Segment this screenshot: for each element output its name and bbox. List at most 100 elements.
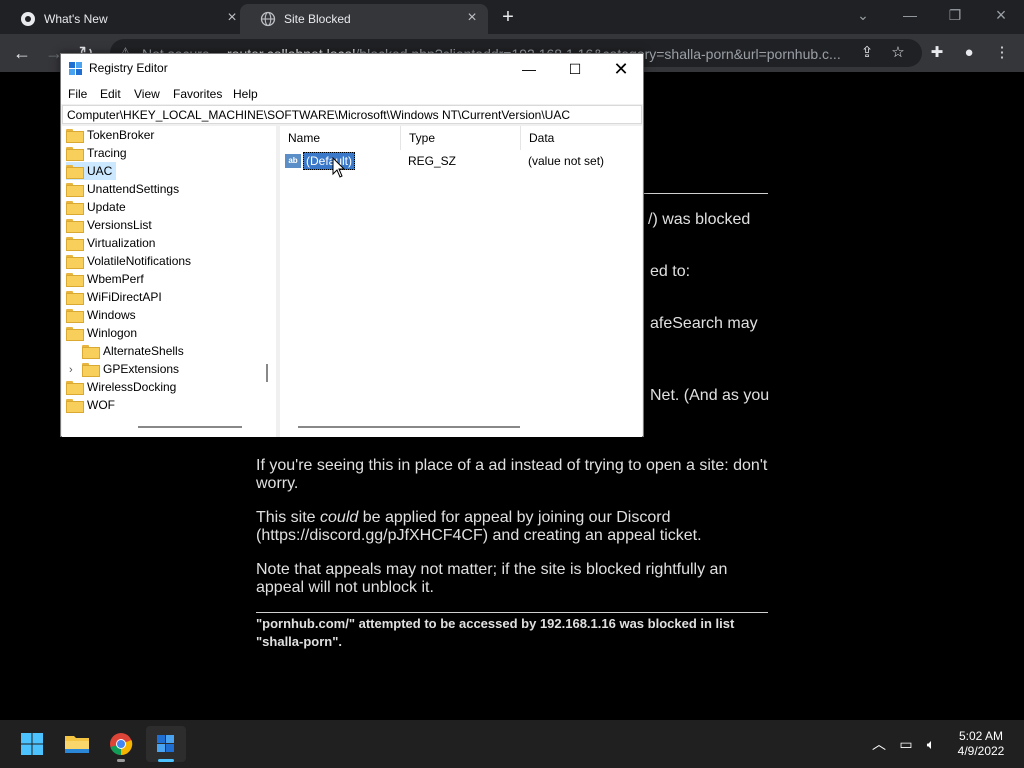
folder-icon: [66, 237, 84, 251]
tree-item[interactable]: VolatileNotifications: [66, 252, 191, 270]
back-button[interactable]: ←: [11, 42, 33, 64]
start-button[interactable]: [12, 726, 52, 762]
folder-icon: [66, 147, 84, 161]
running-indicator: [117, 759, 125, 762]
page-text-fragment: /) was blocked: [648, 211, 751, 228]
network-icon[interactable]: ▭: [896, 734, 916, 754]
close-tab-icon[interactable]: ×: [224, 10, 240, 27]
value-data: (value not set): [528, 154, 605, 168]
new-tab-button[interactable]: +: [498, 7, 518, 28]
folder-icon: [66, 399, 84, 413]
tab-search-icon[interactable]: ⌄: [848, 4, 878, 26]
tab-strip: What's New × Site Blocked × + ⌄ — ❐ ×: [0, 0, 1024, 34]
folder-icon: [82, 363, 100, 377]
tab-site-blocked[interactable]: Site Blocked ×: [240, 4, 488, 34]
chrome-icon: [21, 12, 35, 26]
tab-whats-new[interactable]: What's New ×: [0, 4, 248, 34]
page-text-fragment: afeSearch may: [650, 315, 758, 332]
value-type: REG_SZ: [408, 154, 457, 168]
folder-icon: [66, 309, 84, 323]
clock[interactable]: 5:02 AM 4/9/2022: [948, 729, 1014, 759]
tree-item[interactable]: WirelessDocking: [66, 378, 176, 396]
folder-icon: [66, 201, 84, 215]
close-tab-icon[interactable]: ×: [464, 10, 480, 27]
tree-item[interactable]: TokenBroker: [66, 126, 154, 144]
folder-icon: [66, 129, 84, 143]
folder-icon: [66, 327, 84, 341]
title-bar[interactable]: Registry Editor — ☐ ✕: [61, 54, 643, 84]
registry-editor-window: Registry Editor — ☐ ✕ File Edit View Fav…: [60, 53, 644, 437]
menu-bar: File Edit View Favorites Help: [61, 84, 643, 104]
maximize-button[interactable]: ☐: [552, 54, 598, 84]
menu-help[interactable]: Help: [233, 87, 258, 101]
chevron-right-icon[interactable]: ›: [69, 364, 73, 376]
minimize-button[interactable]: —: [895, 4, 925, 26]
folder-icon: [66, 219, 84, 233]
profile-icon[interactable]: ●: [960, 44, 978, 62]
string-value-icon: ab: [285, 154, 301, 168]
folder-icon: [66, 273, 84, 287]
close-window-button[interactable]: ×: [986, 4, 1016, 26]
address-field[interactable]: Computer\HKEY_LOCAL_MACHINE\SOFTWARE\Mic…: [62, 105, 642, 124]
file-explorer-button[interactable]: [57, 726, 97, 762]
tree-item[interactable]: VersionsList: [66, 216, 152, 234]
page-text-fragment: ed to:: [650, 263, 691, 280]
tab-title: What's New: [44, 12, 108, 26]
minimize-button[interactable]: —: [506, 54, 552, 84]
menu-view[interactable]: View: [134, 87, 160, 101]
clock-time: 5:02 AM: [958, 729, 1004, 743]
tree-vertical-scrollbar[interactable]: [266, 364, 268, 382]
share-icon[interactable]: ⇪: [858, 44, 876, 62]
restore-button[interactable]: ❐: [940, 4, 970, 26]
value-name: (Default): [303, 152, 356, 170]
tree-horizontal-scrollbar[interactable]: [138, 426, 242, 428]
tab-title: Site Blocked: [284, 12, 351, 26]
folder-icon: [66, 291, 84, 305]
tree-item[interactable]: WiFiDirectAPI: [66, 288, 162, 306]
folder-icon: [65, 736, 89, 753]
mouse-cursor-icon: [332, 157, 346, 178]
folder-icon: [66, 165, 84, 179]
list-horizontal-scrollbar[interactable]: [298, 426, 520, 428]
column-header-type[interactable]: Type: [401, 126, 521, 150]
taskbar: ︿ ▭ 🔈︎ 5:02 AM 4/9/2022: [0, 720, 1024, 768]
folder-icon: [66, 255, 84, 269]
folder-icon: [66, 183, 84, 197]
tree-item[interactable]: AlternateShells: [82, 342, 184, 360]
window-title: Registry Editor: [89, 61, 168, 75]
tree-item[interactable]: WOF: [66, 396, 115, 414]
tree-item[interactable]: Virtualization: [66, 234, 155, 252]
chrome-taskbar-button[interactable]: [101, 726, 141, 762]
volume-icon[interactable]: 🔈︎: [921, 734, 941, 754]
extensions-icon[interactable]: ✚: [928, 44, 946, 62]
folder-icon: [66, 381, 84, 395]
close-button[interactable]: ✕: [598, 54, 644, 84]
key-tree: TokenBroker Tracing UAC UnattendSettings…: [62, 126, 276, 437]
windows-logo-icon: [21, 733, 43, 755]
chevron-up-icon[interactable]: ︿: [869, 734, 889, 754]
menu-favorites[interactable]: Favorites: [173, 87, 222, 101]
tree-item[interactable]: WbemPerf: [66, 270, 144, 288]
bookmark-star-icon[interactable]: ☆: [889, 44, 907, 62]
tree-item[interactable]: Update: [66, 198, 126, 216]
menu-icon[interactable]: ⋮: [993, 44, 1011, 62]
menu-file[interactable]: File: [68, 87, 87, 101]
clock-date: 4/9/2022: [957, 744, 1005, 758]
tree-item[interactable]: GPExtensions: [82, 360, 179, 378]
column-header-name[interactable]: Name: [280, 126, 401, 150]
tree-item[interactable]: Tracing: [66, 144, 127, 162]
tree-item[interactable]: Windows: [66, 306, 136, 324]
page-text-fragment: Net. (And as you: [650, 387, 770, 404]
registry-editor-taskbar-button[interactable]: [146, 726, 186, 762]
column-header-data[interactable]: Data: [521, 126, 642, 150]
tree-item-selected[interactable]: UAC: [66, 162, 116, 180]
registry-editor-icon: [69, 62, 82, 75]
registry-editor-icon: [157, 735, 174, 752]
menu-edit[interactable]: Edit: [100, 87, 121, 101]
block-footer: "pornhub.com/" attempted to be accessed …: [256, 616, 735, 649]
tree-item[interactable]: UnattendSettings: [66, 180, 179, 198]
folder-icon: [82, 345, 100, 359]
address-path: Computer\HKEY_LOCAL_MACHINE\SOFTWARE\Mic…: [67, 108, 571, 122]
note-paragraph: Note that appeals may not matter; if the…: [256, 561, 728, 596]
tree-item[interactable]: Winlogon: [66, 324, 137, 342]
